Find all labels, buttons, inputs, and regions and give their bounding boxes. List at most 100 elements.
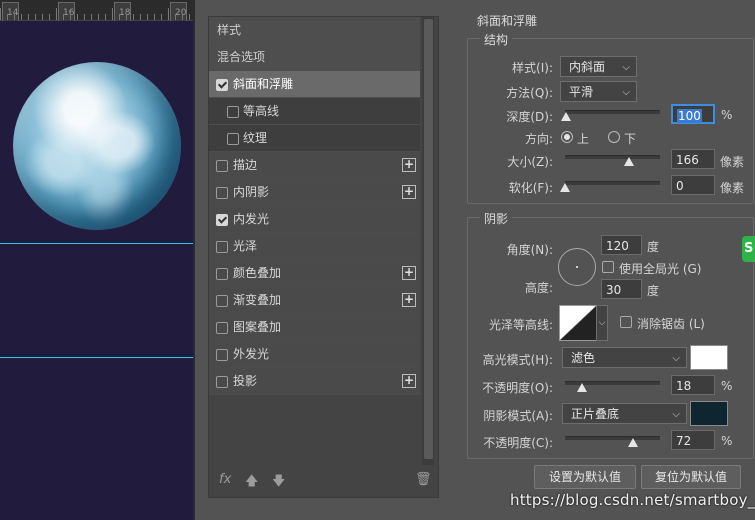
- checkbox[interactable]: [227, 133, 239, 145]
- structure-title: 结构: [480, 31, 513, 48]
- angle-label: 角度(N):: [506, 243, 553, 257]
- angle-input[interactable]: 120: [601, 235, 642, 255]
- style-list-item-outer-glow[interactable]: 外发光: [209, 341, 420, 368]
- style-list-label: 外发光: [233, 347, 270, 361]
- style-list-item-bevel-emboss[interactable]: 斜面和浮雕: [209, 71, 420, 98]
- style-list-item-pattern-overlay[interactable]: 图案叠加: [209, 314, 420, 341]
- checkbox[interactable]: [216, 376, 228, 388]
- ruler-tick: [147, 14, 148, 20]
- checkbox[interactable]: [216, 187, 228, 199]
- add-icon[interactable]: +: [402, 158, 416, 172]
- style-list-item-inner-shadow[interactable]: 内阴影 +: [209, 179, 420, 206]
- style-list-label: 纹理: [243, 131, 268, 145]
- technique-select[interactable]: 平滑 ⌵: [560, 81, 637, 102]
- highlight-opacity-input[interactable]: 18: [671, 375, 715, 395]
- section-title: 斜面和浮雕: [477, 14, 538, 28]
- ruler-tick: [119, 14, 120, 20]
- ruler-tick: [161, 14, 162, 20]
- add-icon[interactable]: +: [402, 293, 416, 307]
- ruler-tick: [35, 14, 36, 20]
- shadow-opacity-input[interactable]: 72: [671, 430, 715, 450]
- direction-up-radio[interactable]: [561, 131, 573, 143]
- checkbox[interactable]: [227, 106, 239, 118]
- soften-unit: 像素: [720, 181, 745, 195]
- angle-dial[interactable]: [558, 248, 596, 286]
- ruler-tick: [21, 14, 22, 20]
- ruler-tick: [0, 8, 1, 20]
- size-input[interactable]: 166: [671, 149, 715, 169]
- watermark: https://blog.csdn.net/smartboy_01: [510, 491, 755, 509]
- checkbox[interactable]: [216, 160, 228, 172]
- style-list-item-drop-shadow[interactable]: 投影 +: [209, 368, 420, 395]
- highlight-mode-select[interactable]: 滤色 ⌵: [562, 347, 687, 368]
- depth-input[interactable]: 100: [671, 104, 715, 124]
- ruler-tick: [63, 14, 64, 20]
- shadow-color-swatch[interactable]: [690, 401, 728, 426]
- style-list-label: 斜面和浮雕: [233, 77, 294, 91]
- global-light-label: 使用全局光 (G): [619, 262, 702, 276]
- highlight-opacity-slider-thumb[interactable]: [577, 383, 588, 392]
- ruler-tick: [49, 14, 50, 20]
- style-list-label: 样式: [217, 23, 242, 37]
- checkbox[interactable]: [216, 349, 228, 361]
- style-list-item-satin[interactable]: 光泽: [209, 233, 420, 260]
- ruler-tick: [126, 14, 127, 20]
- style-list-label: 混合选项: [217, 50, 266, 64]
- style-list-item-stroke[interactable]: 描边 +: [209, 152, 420, 179]
- direction-down-radio[interactable]: [608, 131, 620, 143]
- shadow-mode-select[interactable]: 正片叠底 ⌵: [562, 403, 687, 424]
- ruler-tick: [154, 14, 155, 20]
- size-slider-thumb[interactable]: [623, 157, 634, 166]
- style-list-item-color-overlay[interactable]: 颜色叠加 +: [209, 260, 420, 287]
- checkbox[interactable]: [216, 322, 228, 334]
- chevron-down-icon[interactable]: ⌵: [596, 305, 608, 341]
- style-list-label: 图案叠加: [233, 320, 282, 334]
- soften-slider[interactable]: [565, 181, 660, 185]
- ruler-tick: [182, 14, 183, 20]
- checkbox[interactable]: [216, 295, 228, 307]
- ruler-tick: [189, 14, 190, 20]
- style-list-item-contour[interactable]: 等高线: [209, 98, 420, 125]
- checkbox[interactable]: [216, 268, 228, 280]
- add-icon[interactable]: +: [402, 266, 416, 280]
- size-slider[interactable]: [565, 155, 660, 159]
- altitude-input[interactable]: 30: [601, 279, 642, 299]
- checkbox[interactable]: [216, 214, 228, 226]
- checkbox[interactable]: [216, 241, 228, 253]
- anti-aliased-checkbox[interactable]: [620, 316, 632, 328]
- bevel-style-select[interactable]: 内斜面 ⌵: [560, 56, 637, 77]
- soften-slider-thumb[interactable]: [560, 183, 570, 192]
- trash-icon[interactable]: 🗑: [415, 472, 432, 487]
- reset-default-button[interactable]: 复位为默认值: [641, 465, 741, 489]
- arrow-down-icon[interactable]: 🡇: [272, 472, 285, 494]
- size-label: 大小(Z):: [507, 155, 553, 169]
- ruler-tick: [91, 14, 92, 20]
- add-icon[interactable]: +: [402, 185, 416, 199]
- depth-slider[interactable]: [565, 110, 660, 114]
- style-list-item-inner-glow[interactable]: 内发光: [209, 206, 420, 233]
- soften-input[interactable]: 0: [671, 175, 715, 195]
- fx-icon[interactable]: fx: [219, 472, 231, 487]
- arrow-up-icon[interactable]: 🡅: [245, 472, 258, 494]
- style-list-label: 描边: [233, 158, 258, 172]
- style-list-item-styles[interactable]: 样式: [209, 17, 420, 44]
- altitude-unit: 度: [647, 284, 660, 298]
- style-list-label: 投影: [233, 374, 258, 388]
- select-value: 滤色: [571, 351, 596, 365]
- gloss-contour-preview[interactable]: [559, 305, 597, 341]
- make-default-button[interactable]: 设置为默认值: [534, 465, 636, 489]
- global-light-checkbox[interactable]: [602, 261, 614, 273]
- highlight-color-swatch[interactable]: [690, 345, 728, 370]
- badge-icon: S: [742, 236, 755, 262]
- depth-slider-thumb[interactable]: [560, 112, 571, 121]
- shadow-mode-label: 阴影模式(A):: [483, 409, 553, 423]
- add-icon[interactable]: +: [402, 374, 416, 388]
- checkbox[interactable]: [216, 79, 228, 91]
- style-list-item-gradient-overlay[interactable]: 渐变叠加 +: [209, 287, 420, 314]
- ruler-tick: [112, 8, 113, 20]
- shadow-opacity-slider-thumb[interactable]: [628, 438, 639, 447]
- style-list-item-blending-options[interactable]: 混合选项: [209, 44, 420, 71]
- shadow-opacity-slider[interactable]: [565, 436, 660, 440]
- scrollbar-thumb[interactable]: [424, 19, 433, 459]
- style-list-item-texture[interactable]: 纹理: [209, 125, 420, 152]
